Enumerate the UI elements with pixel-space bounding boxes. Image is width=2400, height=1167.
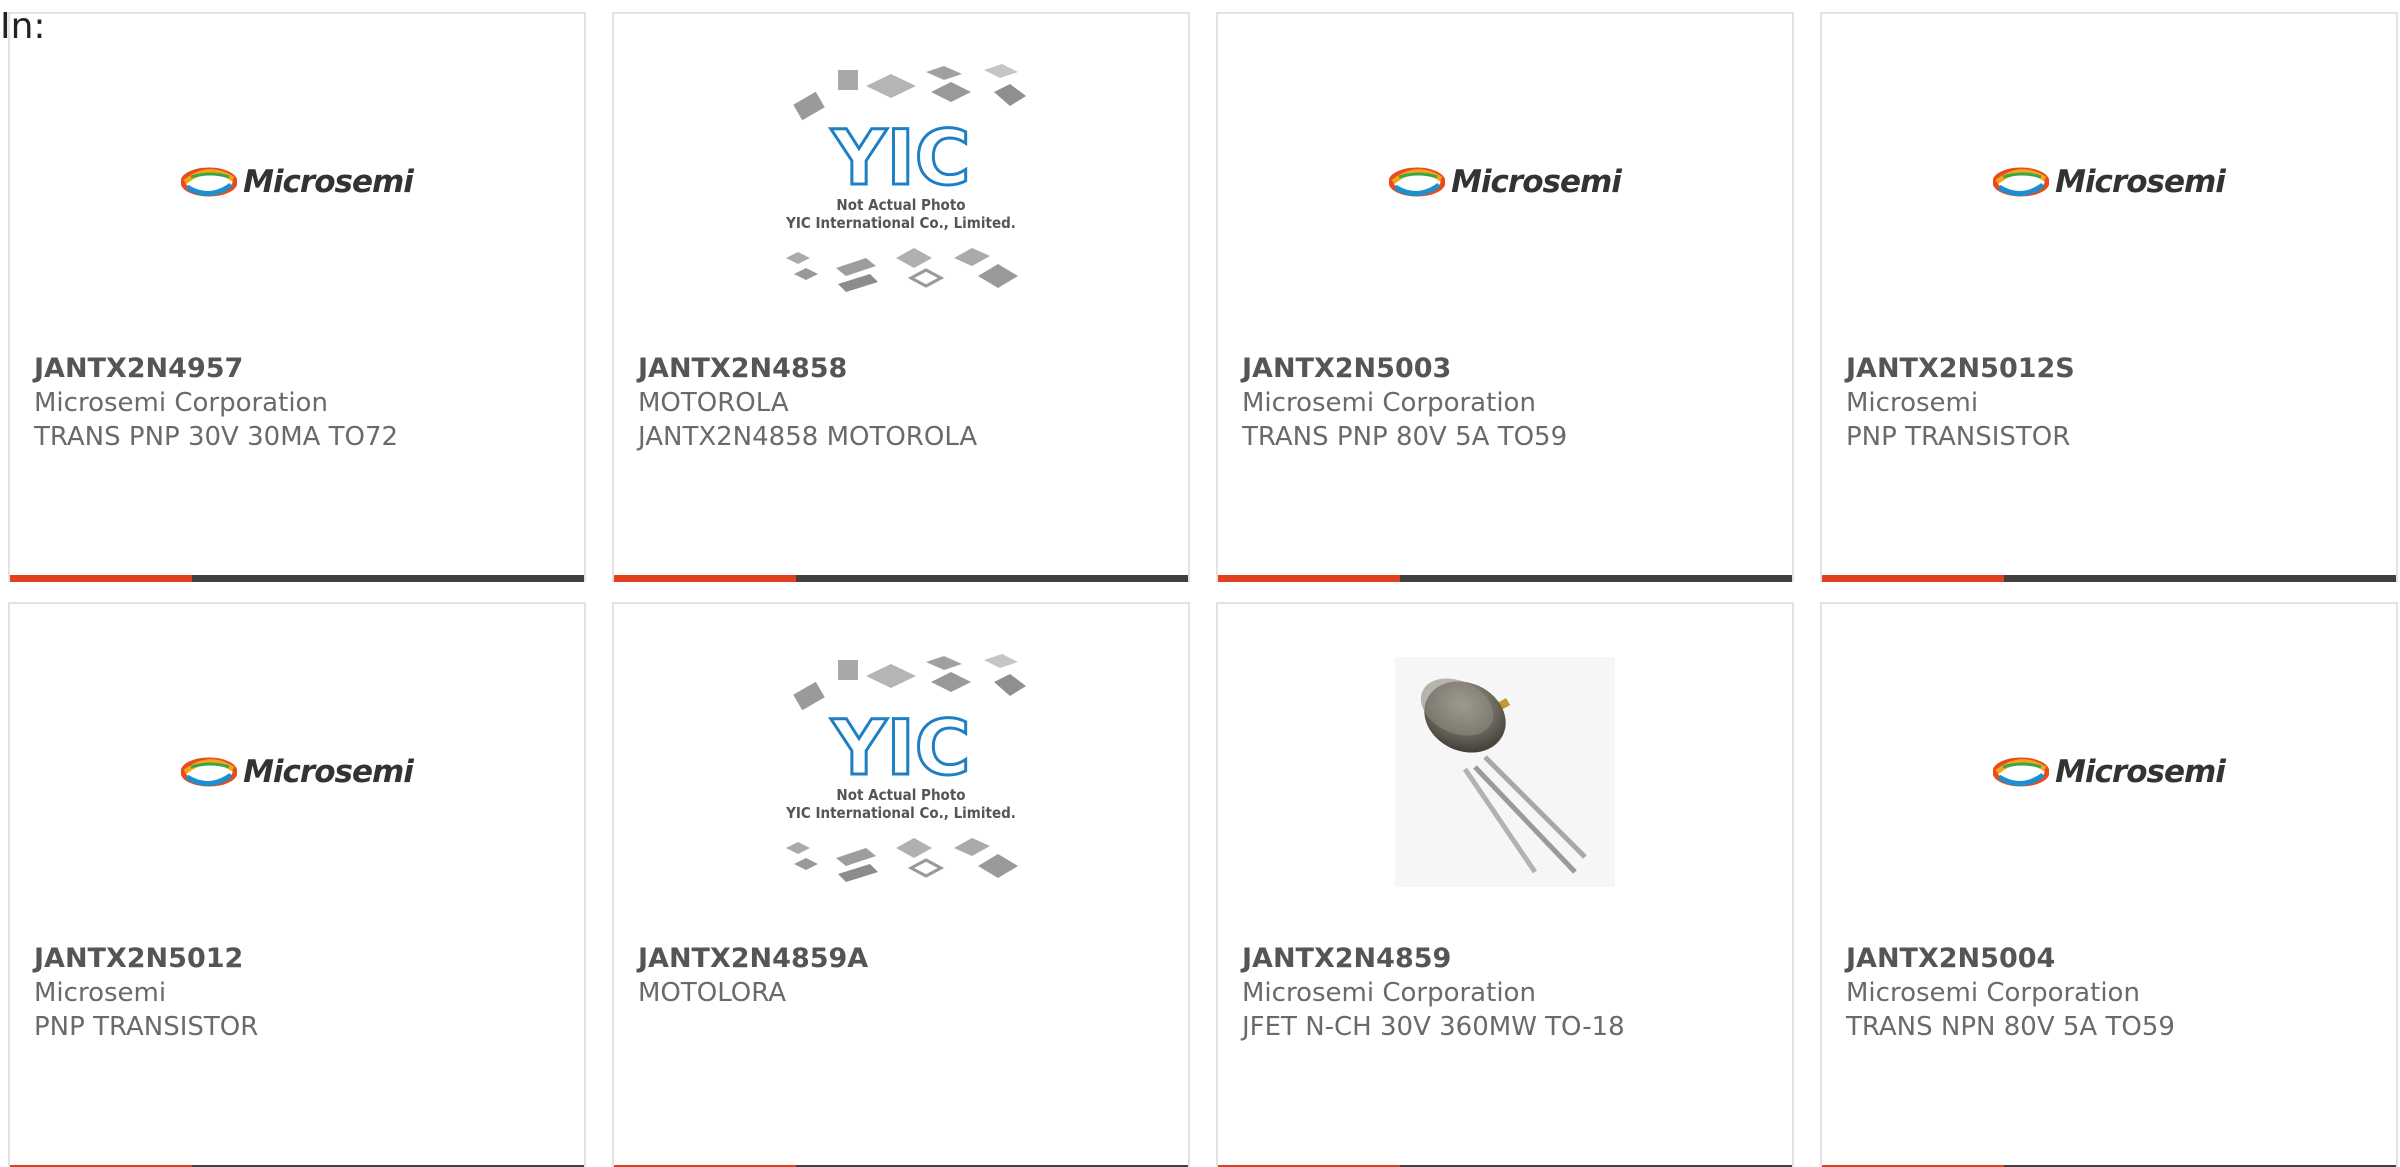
product-card[interactable]: Microsemi JANTX2N5012S Microsemi PNP TRA…: [1820, 12, 2398, 582]
yic-placeholder-image: YIC Not Actual Photo YIC International C…: [785, 64, 1026, 292]
product-image: Microsemi: [1959, 62, 2259, 302]
product-card[interactable]: Microsemi JANTX2N5004 Microsemi Corporat…: [1820, 602, 2398, 1167]
svg-text:YIC International Co., Limited: YIC International Co., Limited.: [785, 214, 1016, 232]
microsemi-swirl-icon: [181, 167, 238, 197]
product-image: Microsemi: [1959, 652, 2259, 892]
yic-placeholder-image: YIC Not Actual Photo YIC International C…: [785, 654, 1026, 882]
part-number[interactable]: JANTX2N5012S: [1846, 352, 2384, 386]
manufacturer: Microsemi: [1846, 388, 1979, 418]
description: TRANS PNP 80V 5A TO59: [1242, 422, 1568, 452]
description: PNP TRANSISTOR: [1846, 422, 2071, 452]
part-number[interactable]: JANTX2N4858: [638, 352, 1176, 386]
microsemi-logo: Microsemi: [1389, 164, 1622, 200]
product-image: Microsemi: [1355, 62, 1655, 302]
product-card[interactable]: JANTX2N4859 Microsemi Corporation JFET N…: [1216, 602, 1794, 1167]
part-number[interactable]: JANTX2N5003: [1242, 352, 1780, 386]
card-bottom-bar: [1822, 575, 2396, 582]
microsemi-logo: Microsemi: [181, 754, 414, 790]
description: TRANS NPN 80V 5A TO59: [1846, 1012, 2175, 1042]
svg-text:YIC International Co., Limited: YIC International Co., Limited.: [785, 804, 1016, 822]
part-number[interactable]: JANTX2N4957: [34, 352, 572, 386]
filter-in-label: In:: [0, 6, 46, 47]
description: PNP TRANSISTOR: [34, 1012, 259, 1042]
product-card[interactable]: YIC Not Actual Photo YIC International C…: [612, 12, 1190, 582]
microsemi-swirl-icon: [1993, 167, 2050, 197]
manufacturer: MOTOROLA: [638, 388, 789, 418]
product-image: [1355, 652, 1655, 892]
microsemi-swirl-icon: [181, 757, 238, 787]
svg-text:YIC: YIC: [830, 113, 970, 202]
product-grid-page: In: Microsemi JANTX2N4957 Microsemi Corp…: [0, 0, 2400, 1167]
description: TRANS PNP 30V 30MA TO72: [34, 422, 399, 452]
product-card[interactable]: Microsemi JANTX2N4957 Microsemi Corporat…: [8, 12, 586, 582]
svg-text:Not Actual Photo: Not Actual Photo: [836, 196, 965, 214]
part-number[interactable]: JANTX2N5012: [34, 942, 572, 976]
part-number[interactable]: JANTX2N5004: [1846, 942, 2384, 976]
product-image: Microsemi: [147, 652, 447, 892]
manufacturer: Microsemi: [34, 978, 167, 1008]
part-number[interactable]: JANTX2N4859: [1242, 942, 1780, 976]
microsemi-swirl-icon: [1389, 167, 1446, 197]
manufacturer: Microsemi Corporation: [1846, 978, 2140, 1008]
microsemi-logo: Microsemi: [1993, 164, 2226, 200]
part-number[interactable]: JANTX2N4859A: [638, 942, 1176, 976]
microsemi-logo: Microsemi: [181, 164, 414, 200]
product-grid: Microsemi JANTX2N4957 Microsemi Corporat…: [8, 12, 2398, 1167]
product-card[interactable]: YIC Not Actual Photo YIC International C…: [612, 602, 1190, 1167]
description: JANTX2N4858 MOTOROLA: [638, 422, 978, 452]
svg-text:YIC: YIC: [830, 703, 970, 792]
manufacturer: Microsemi Corporation: [1242, 978, 1536, 1008]
microsemi-swirl-icon: [1993, 757, 2050, 787]
product-image: YIC Not Actual Photo YIC International C…: [751, 62, 1051, 302]
product-image: YIC Not Actual Photo YIC International C…: [751, 652, 1051, 892]
product-card[interactable]: Microsemi JANTX2N5012 Microsemi PNP TRAN…: [8, 602, 586, 1167]
product-image: Microsemi: [147, 62, 447, 302]
manufacturer: MOTOLORA: [638, 978, 787, 1008]
manufacturer: Microsemi Corporation: [1242, 388, 1536, 418]
card-bottom-bar: [10, 575, 584, 582]
svg-text:Not Actual Photo: Not Actual Photo: [836, 786, 965, 804]
microsemi-logo: Microsemi: [1993, 754, 2226, 790]
to18-transistor-photo: [1395, 657, 1615, 887]
card-bottom-bar: [614, 575, 1188, 582]
description: JFET N-CH 30V 360MW TO-18: [1242, 1012, 1625, 1042]
manufacturer: Microsemi Corporation: [34, 388, 328, 418]
product-card[interactable]: Microsemi JANTX2N5003 Microsemi Corporat…: [1216, 12, 1794, 582]
card-bottom-bar: [1218, 575, 1792, 582]
